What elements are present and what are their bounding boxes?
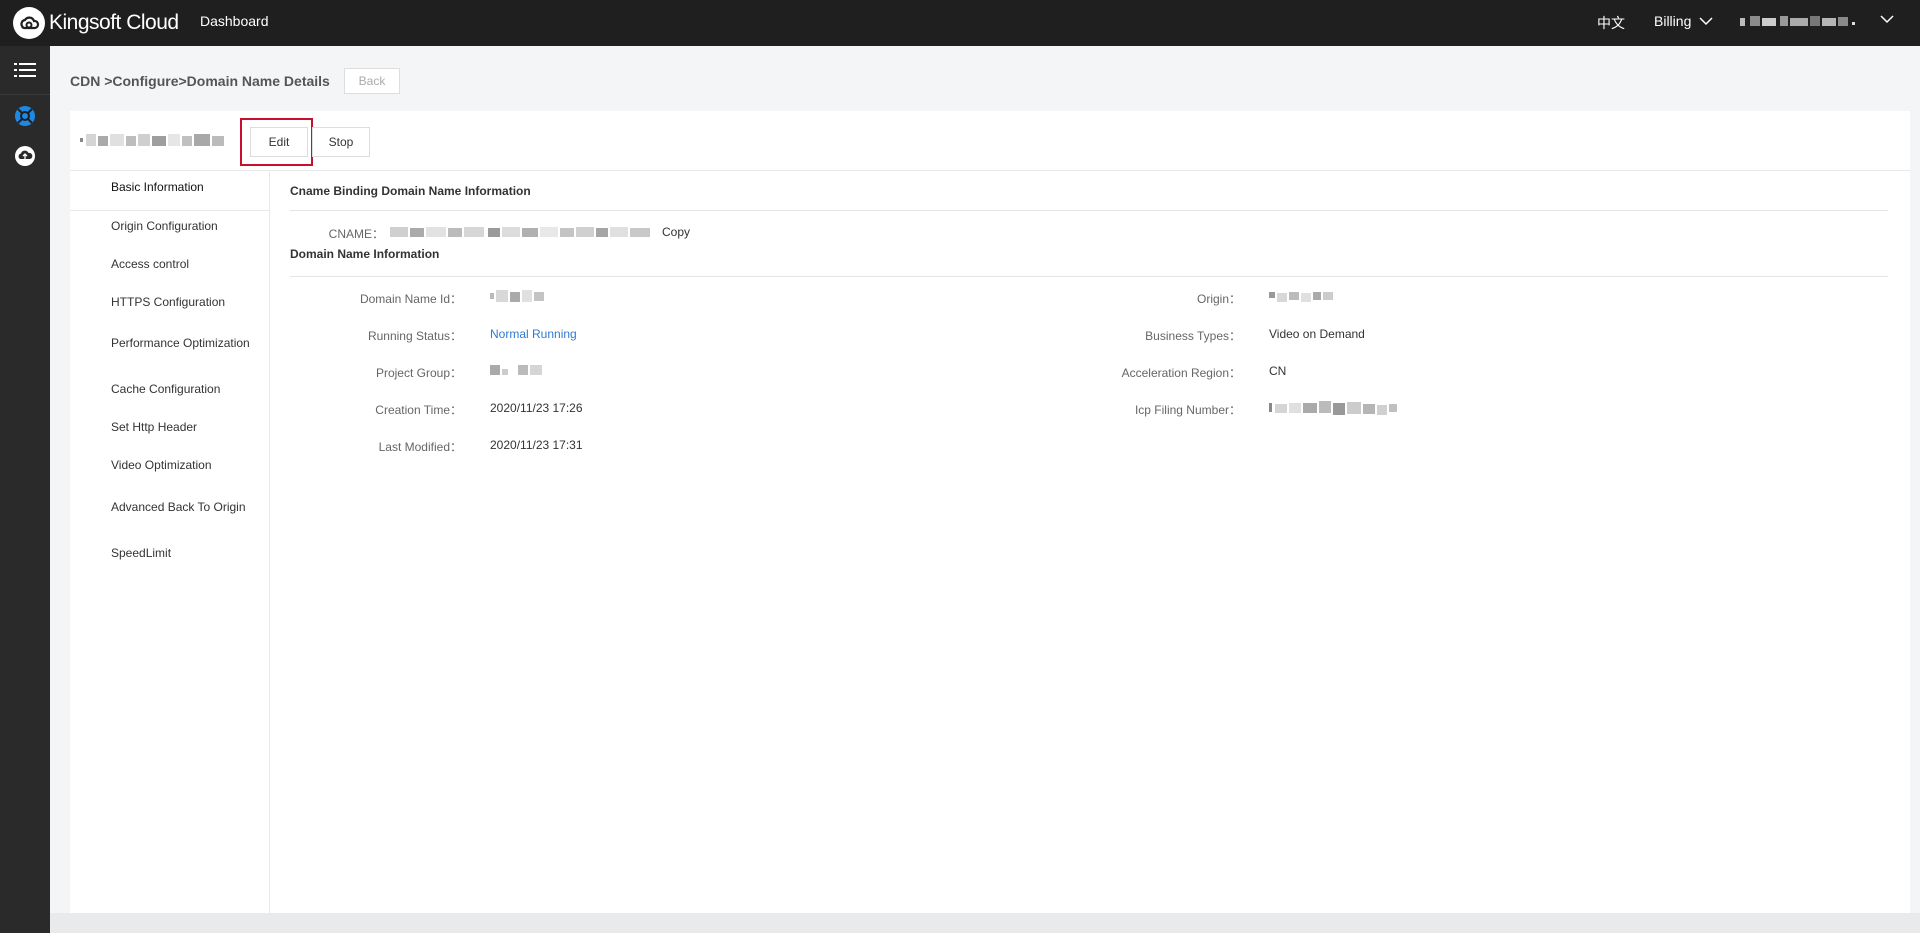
account-chevron-down-icon[interactable] — [1880, 14, 1894, 24]
domain-name-masked — [80, 132, 230, 148]
language-switch[interactable]: 中文 — [1597, 13, 1625, 33]
business-types-value: Video on Demand — [1269, 327, 1365, 341]
cname-section-title: Cname Binding Domain Name Information — [290, 184, 531, 198]
section-divider — [290, 276, 1888, 277]
icp-filing-number-label: Icp Filing Number： — [1134, 403, 1241, 417]
domain-section-title: Domain Name Information — [290, 247, 440, 261]
nav-active-divider — [70, 210, 270, 211]
chevron-down-icon — [1699, 17, 1713, 26]
rail-item-cdn[interactable] — [0, 96, 50, 136]
nav-item-cache-configuration[interactable]: Cache Configuration — [111, 382, 220, 396]
nav-item-set-http-header[interactable]: Set Http Header — [111, 420, 197, 434]
nav-item-performance-optimization[interactable]: Performance Optimization — [111, 336, 250, 350]
origin-value-masked — [1269, 289, 1333, 303]
nav-item-basic-information[interactable]: Basic Information — [111, 180, 204, 194]
running-status-value: Normal Running — [490, 327, 577, 341]
account-name-masked[interactable] — [1740, 12, 1868, 30]
kingsoft-cloud-logo-icon — [13, 7, 45, 39]
origin-label: Origin： — [1196, 292, 1241, 306]
top-navigation-bar: Kingsoft Cloud Dashboard 中文 Billing — [0, 0, 1920, 46]
nav-item-https-configuration[interactable]: HTTPS Configuration — [111, 295, 225, 309]
main-content: CDN >Configure>Domain Name Details Back — [50, 46, 1920, 914]
acceleration-region-label: Acceleration Region： — [1121, 366, 1241, 380]
nav-item-video-optimization[interactable]: Video Optimization — [111, 458, 212, 472]
brand-name: Kingsoft Cloud — [49, 11, 179, 34]
running-status-label: Running Status： — [367, 329, 462, 343]
acceleration-region-value: CN — [1269, 364, 1287, 378]
copy-cname-link[interactable]: Copy — [662, 225, 690, 239]
brand-logo-link[interactable]: Kingsoft Cloud — [13, 6, 179, 40]
menu-list-icon — [14, 63, 36, 77]
stop-button[interactable]: Stop — [312, 127, 370, 157]
project-group-label: Project Group： — [375, 366, 462, 380]
dashboard-link[interactable]: Dashboard — [200, 13, 269, 29]
menu-toggle[interactable] — [0, 50, 50, 90]
cname-value-masked — [390, 225, 652, 239]
project-group-value-masked — [490, 363, 546, 377]
nav-item-access-control[interactable]: Access control — [111, 257, 189, 271]
business-types-label: Business Types： — [1145, 329, 1241, 343]
icp-filing-number-value-masked — [1269, 400, 1399, 415]
section-divider — [290, 210, 1888, 211]
cdn-icon — [15, 106, 35, 126]
domain-name-id-label: Domain Name Id： — [359, 292, 462, 306]
back-button[interactable]: Back — [344, 68, 400, 94]
left-rail — [0, 46, 50, 933]
config-side-nav: Basic Information Origin Configuration A… — [70, 172, 270, 914]
cname-label: CNAME： — [328, 227, 384, 241]
domain-name-id-value-masked — [490, 289, 546, 303]
horizontal-scrollbar[interactable] — [50, 913, 1920, 933]
card-header: Edit Stop — [70, 111, 1910, 171]
breadcrumb: CDN >Configure>Domain Name Details — [70, 73, 330, 89]
rail-item-cloud[interactable] — [0, 136, 50, 176]
domain-details-card: Edit Stop Basic Information Origin Confi… — [70, 111, 1910, 914]
billing-label: Billing — [1654, 13, 1692, 29]
last-modified-label: Last Modified： — [378, 440, 462, 454]
creation-time-label: Creation Time： — [375, 403, 462, 417]
nav-item-advanced-back-to-origin[interactable]: Advanced Back To Origin — [111, 500, 246, 514]
last-modified-value: 2020/11/23 17:31 — [490, 438, 583, 452]
creation-time-value: 2020/11/23 17:26 — [490, 401, 583, 415]
billing-menu[interactable]: Billing — [1654, 13, 1713, 29]
rail-divider — [0, 94, 50, 95]
edit-button[interactable]: Edit — [250, 127, 308, 157]
cloud-upload-icon — [15, 146, 35, 166]
nav-item-origin-configuration[interactable]: Origin Configuration — [111, 219, 218, 233]
nav-item-speedlimit[interactable]: SpeedLimit — [111, 546, 171, 560]
